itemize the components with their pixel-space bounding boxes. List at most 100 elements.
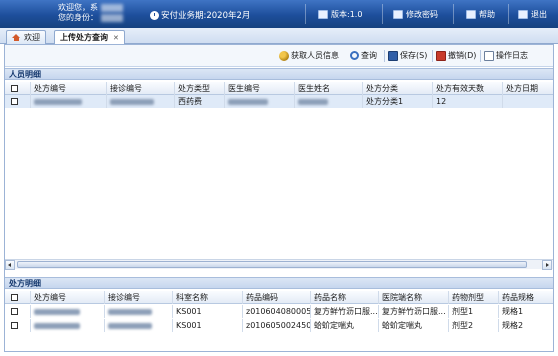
cell-hospital-name: 蛤蚧定喘丸: [379, 319, 449, 332]
blurred-text: [110, 98, 154, 105]
cell-prescription-no: [31, 95, 107, 108]
cell-dept: KS001: [173, 319, 243, 332]
row-checkbox[interactable]: [11, 322, 18, 329]
operation-log-button[interactable]: 操作日志: [484, 50, 528, 61]
log-icon: [484, 50, 494, 61]
divider: [508, 4, 509, 24]
cell-prescription-no: [31, 319, 105, 332]
col-header[interactable]: 医院端名称: [379, 291, 449, 304]
cell-visit-no: [105, 305, 173, 318]
cell-drug-name: 蛤蚧定喘丸: [311, 319, 379, 332]
col-header[interactable]: 处方分类: [363, 82, 433, 95]
cell-visit-no: [107, 95, 175, 108]
divider: [305, 4, 306, 24]
close-tab-icon[interactable]: ✕: [113, 34, 119, 42]
col-header[interactable]: 处方日期: [503, 82, 553, 95]
select-all-cell: [5, 291, 31, 304]
person-grid-scrollbar[interactable]: [5, 259, 553, 270]
table-row[interactable]: KS001 z010604080005a 复方鲜竹沥口服... 复方鲜竹沥口服.…: [5, 305, 553, 318]
home-icon: [12, 34, 21, 41]
change-password-button[interactable]: 修改密码: [393, 9, 438, 20]
select-all-cell: [5, 82, 31, 95]
toolbar-divider: [480, 50, 481, 62]
col-header[interactable]: 药品名称: [311, 291, 379, 304]
cell-dosage-form: 剂型1: [449, 305, 499, 318]
key-icon: [279, 50, 289, 61]
cell-spec: 规格1: [502, 307, 524, 316]
col-header[interactable]: 医生姓名: [295, 82, 363, 95]
fetch-person-label: 获取人员信息: [291, 51, 339, 60]
cancel-icon: [436, 50, 446, 61]
blurred-text: [108, 308, 152, 315]
col-header[interactable]: 处方编号: [31, 291, 105, 304]
help-button[interactable]: 帮助: [466, 9, 495, 20]
table-row[interactable]: KS001 z010605002450 蛤蚧定喘丸 蛤蚧定喘丸 剂型2 规格2: [5, 319, 553, 332]
tab-welcome[interactable]: 欢迎: [6, 30, 46, 44]
row-checkbox[interactable]: [11, 98, 18, 105]
person-grid-header: 处方编号 接诊编号 处方类型 医生编号 医生姓名 处方分类 处方有效天数 处方日…: [5, 82, 553, 95]
row-check-cell: [5, 305, 31, 318]
blurred-text: [34, 98, 82, 105]
revoke-button[interactable]: 撤销(D): [436, 50, 476, 61]
row-check-cell: [5, 319, 31, 332]
business-month: 安付业务期:2020年2月: [150, 9, 250, 21]
save-button[interactable]: 保存(S): [388, 50, 427, 61]
cell-doctor-no: [225, 95, 295, 108]
scroll-left-arrow-icon[interactable]: [5, 260, 15, 270]
top-banner: 欢迎您，系 您的身份： 安付业务期:2020年2月 版本:1.0 修改密码 帮助…: [0, 0, 558, 28]
cell-hospital-name: 复方鲜竹沥口服...: [379, 305, 449, 318]
col-header[interactable]: 接诊编号: [105, 291, 173, 304]
cell-prescription-no: [31, 305, 105, 318]
exit-button[interactable]: 退出: [518, 9, 547, 20]
blurred-text: [298, 98, 328, 105]
change-password-label: 修改密码: [406, 10, 438, 19]
help-label: 帮助: [479, 10, 495, 19]
select-all-checkbox[interactable]: [11, 294, 18, 301]
col-header[interactable]: 处方类型: [175, 82, 225, 95]
scroll-thumb[interactable]: [17, 261, 527, 268]
fetch-person-button[interactable]: 获取人员信息: [279, 50, 339, 61]
col-header[interactable]: 接诊编号: [107, 82, 175, 95]
cell-date: [503, 95, 553, 108]
row-checkbox[interactable]: [11, 308, 18, 315]
username-blurred: [100, 3, 123, 12]
tab-bar: 欢迎 上传处方查询 ✕: [0, 28, 558, 44]
welcome-line2: 您的身份：: [58, 13, 98, 22]
cell-visit-no: [105, 319, 173, 332]
cell-spec: 规格2: [502, 321, 524, 330]
table-row[interactable]: 西药费 处方分类1 12: [5, 95, 553, 108]
version-label: 版本:1.0: [331, 10, 363, 19]
scroll-right-arrow-icon[interactable]: [542, 260, 552, 270]
tab-prescription-query[interactable]: 上传处方查询 ✕: [54, 30, 125, 44]
col-header[interactable]: 药品编码: [243, 291, 311, 304]
col-header[interactable]: 药品规格: [499, 291, 553, 304]
col-header[interactable]: 处方有效天数: [433, 82, 503, 95]
welcome-text: 欢迎您，系 您的身份：: [58, 3, 123, 23]
select-all-checkbox[interactable]: [11, 85, 18, 92]
role-blurred: [100, 13, 123, 22]
query-button[interactable]: 查询: [350, 50, 377, 61]
col-header[interactable]: 医生编号: [225, 82, 295, 95]
welcome-line1: 欢迎您，系: [58, 3, 98, 12]
help-icon: [466, 10, 476, 19]
toolbar-divider: [432, 50, 433, 62]
col-header[interactable]: 药物剂型: [449, 291, 499, 304]
exit-label: 退出: [531, 10, 547, 19]
operation-log-label: 操作日志: [496, 51, 528, 60]
cell-drug-code: z010604080005a: [243, 305, 311, 318]
divider: [382, 4, 383, 24]
version-display: 版本:1.0: [318, 9, 362, 20]
tab-welcome-label: 欢迎: [24, 33, 40, 42]
cell-category: 处方分类1: [363, 95, 433, 108]
cell-prescription-type: 西药费: [175, 95, 225, 108]
col-header[interactable]: 处方编号: [31, 82, 107, 95]
person-grid: 处方编号 接诊编号 处方类型 医生编号 医生姓名 处方分类 处方有效天数 处方日…: [5, 82, 553, 256]
blurred-text: [34, 308, 80, 315]
business-month-label: 安付业务期:2020年2月: [161, 11, 251, 21]
toolbar: 获取人员信息 查询 保存(S) 撤销(D) 操作日志: [5, 45, 553, 67]
divider: [453, 4, 454, 24]
col-header[interactable]: 科室名称: [173, 291, 243, 304]
save-label: 保存(S): [400, 51, 428, 60]
blurred-text: [108, 322, 152, 329]
toolbar-divider: [384, 50, 385, 62]
